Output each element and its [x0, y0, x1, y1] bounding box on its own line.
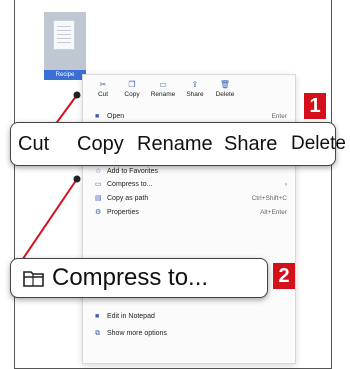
- cut-label: Cut: [97, 91, 109, 98]
- star-icon: ☆: [95, 168, 102, 175]
- menu-item-compress[interactable]: ▭ Compress to... ›: [95, 178, 291, 191]
- menu-item-copy-as-path[interactable]: ▤ Copy as path Ctrl+Shift+C: [95, 192, 291, 205]
- zoom-cut-label: Cut: [18, 133, 50, 155]
- zoom-share-label: Share: [224, 133, 278, 155]
- leader-dot-1: [73, 91, 81, 99]
- share-button[interactable]: ⇪ Share: [180, 80, 210, 106]
- zoom-copy-label: Copy: [77, 133, 124, 155]
- file-label[interactable]: Recipe: [44, 70, 86, 80]
- scissors-icon: ✂: [99, 80, 107, 89]
- step-badge-2: 2: [273, 263, 295, 289]
- trash-icon: 🗑: [219, 80, 231, 89]
- step-badge-1: 1: [304, 93, 326, 119]
- leader-dot-2: [73, 175, 81, 183]
- cut-button[interactable]: ✂ Cut: [88, 80, 118, 106]
- document-icon: [53, 20, 75, 50]
- rename-icon: ▭: [159, 80, 167, 89]
- zoom-rename-label: Rename: [137, 133, 213, 155]
- zoom-compress-label: Compress to...: [52, 264, 209, 291]
- menu-item-add-to-favorites[interactable]: ☆ Add to Favorites: [95, 165, 291, 178]
- notepad-icon: ■: [95, 313, 100, 320]
- copy-button[interactable]: ❐ Copy: [117, 80, 147, 106]
- rename-button[interactable]: ▭ Rename: [148, 80, 178, 106]
- menu-item-show-more-options[interactable]: ⧉ Show more options: [95, 327, 291, 340]
- share-icon: ⇪: [191, 80, 199, 89]
- zip-folder-icon: ▭: [95, 181, 102, 188]
- delete-label: Delete: [215, 91, 235, 98]
- copy-label: Copy: [124, 91, 140, 98]
- zip-folder-icon: [23, 271, 44, 287]
- share-label: Share: [186, 91, 204, 98]
- rename-label: Rename: [150, 91, 176, 98]
- wrench-icon: ⚙: [95, 209, 102, 216]
- menu-item-edit-in-notepad[interactable]: ■ Edit in Notepad: [95, 310, 291, 323]
- path-icon: ▤: [95, 195, 102, 202]
- more-options-icon: ⧉: [95, 330, 100, 337]
- menu-item-properties[interactable]: ⚙ Properties Alt+Enter: [95, 206, 291, 219]
- zoom-delete-label: Delete: [291, 133, 346, 154]
- delete-button[interactable]: 🗑 Delete: [210, 80, 240, 106]
- copy-icon: ❐: [128, 80, 136, 89]
